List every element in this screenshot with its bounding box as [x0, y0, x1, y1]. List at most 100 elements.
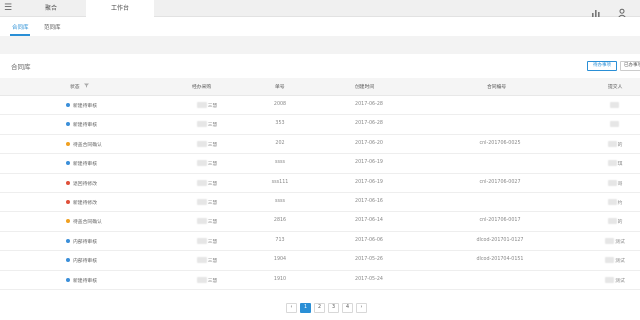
- header-submitter: 提交人: [608, 85, 623, 90]
- redacted-name: [196, 198, 207, 205]
- status-label: 新建待审核: [73, 278, 97, 284]
- applicant-name: 三慧: [207, 220, 218, 226]
- menu-icon[interactable]: ☰: [4, 3, 14, 13]
- status-cell: 内部待审核: [66, 238, 97, 245]
- table-row[interactable]: 新建待审核 三慧 ssss 2017-06-19 琪: [0, 154, 640, 174]
- contract-number-cell: dlcod-201704-0151: [476, 257, 524, 263]
- contract-number-cell: dlcod-201701-0127: [476, 237, 524, 243]
- created-date-cell: 2017-06-16: [355, 198, 383, 204]
- redacted-name: [196, 179, 207, 186]
- completed-items-button[interactable]: 已办事项: [620, 61, 640, 71]
- created-date-cell: 2017-05-26: [355, 257, 383, 263]
- submitter-name: 约: [617, 200, 623, 206]
- status-label: 新建待修改: [73, 200, 97, 206]
- created-date-cell: 2017-06-14: [355, 218, 383, 224]
- applicant-name: 三慧: [207, 104, 218, 109]
- contract-number-cell: cnl-201706-0017: [479, 218, 521, 224]
- status-cell: 新建待审核: [66, 121, 97, 128]
- created-date-cell: 2017-06-19: [355, 160, 383, 166]
- tab-workbench[interactable]: 工作台: [86, 0, 154, 17]
- table-row[interactable]: 新建待审核 三慧 2008 2017-06-28: [0, 96, 640, 116]
- page-4-button[interactable]: 4: [342, 303, 353, 313]
- applicant-cell: 三慧: [192, 218, 222, 225]
- table-row[interactable]: 新建待审核 三慧 1910 2017-05-24 测试: [0, 271, 640, 290]
- order-number-cell: 2008: [273, 102, 287, 107]
- table-row[interactable]: 新建待修改 三慧 ssss 2017-06-16 约: [0, 193, 640, 213]
- order-number-cell: 202: [275, 140, 285, 146]
- status-label: 待盖合同确认: [73, 142, 102, 148]
- created-date-cell: 2017-06-06: [355, 237, 383, 243]
- header-date: 创建时间: [355, 85, 375, 90]
- header-applicant: 经办采购: [192, 85, 212, 90]
- submitter-cell: 测试: [600, 237, 630, 245]
- status-dot-icon: [66, 238, 70, 243]
- order-number-cell: 1910: [273, 276, 287, 282]
- redacted-name: [607, 179, 617, 186]
- tab-template-library[interactable]: 范同库: [44, 23, 61, 31]
- page-1-button[interactable]: 1: [300, 303, 311, 313]
- redacted-name: [196, 276, 207, 283]
- table-row[interactable]: 内部待审核 三慧 713 2017-06-06 dlcod-201701-0127 测试: [0, 232, 640, 252]
- user-icon[interactable]: [617, 3, 627, 18]
- header-number: 单号: [275, 85, 285, 90]
- order-number-cell: 1904: [273, 257, 287, 263]
- applicant-cell: 三慧: [192, 140, 222, 148]
- table-row[interactable]: 内部待审核 三慧 1904 2017-05-26 dlcod-201704-0151 测试: [0, 251, 640, 271]
- redacted-name: [607, 140, 617, 147]
- contract-number-cell: cnl-201706-0025: [479, 140, 521, 146]
- submitter-cell: 琪: [600, 160, 630, 167]
- tab-aggregate[interactable]: 聚合: [18, 0, 84, 17]
- contract-number-cell: cnl-201706-0027: [479, 179, 521, 185]
- filter-icon[interactable]: [84, 83, 90, 90]
- bar-chart-icon[interactable]: [591, 3, 601, 17]
- status-label: 待盖合同确认: [73, 220, 102, 226]
- table-row[interactable]: 新建待审核 三慧 353 2017-06-28: [0, 115, 640, 135]
- tab-contract-library[interactable]: 合同库: [12, 23, 29, 31]
- order-number-cell: 353: [275, 121, 285, 127]
- table-row[interactable]: 待盖合同确认 三慧 202 2017-06-20 cnl-201706-0025 的: [0, 135, 640, 155]
- applicant-name: 三慧: [207, 259, 218, 265]
- applicant-cell: 三慧: [192, 198, 222, 206]
- applicant-name: 三慧: [207, 200, 218, 206]
- submitter-cell: 哥: [600, 179, 630, 187]
- table-row[interactable]: 退回待修改 三慧 sss111 2017-06-19 cnl-201706-0027 哥: [0, 174, 640, 193]
- applicant-cell: 三慧: [192, 102, 222, 109]
- applicant-name: 三慧: [207, 142, 218, 148]
- table-header: 状态 经办采购 单号 创建时间 合同编号 提交人: [0, 78, 640, 96]
- page-2-button[interactable]: 2: [314, 303, 325, 313]
- applicant-cell: 三慧: [192, 121, 222, 128]
- header-status[interactable]: 状态: [70, 83, 90, 90]
- status-dot-icon: [66, 161, 70, 166]
- prev-page-button[interactable]: ‹: [286, 303, 297, 313]
- redacted-name: [607, 160, 617, 167]
- submitter-name: 哥: [617, 181, 623, 187]
- status-cell: 待盖合同确认: [66, 141, 102, 148]
- status-label: 新建待审核: [73, 162, 97, 168]
- created-date-cell: 2017-06-19: [355, 179, 383, 185]
- status-cell: 待盖合同确认: [66, 218, 102, 225]
- redacted-name: [607, 218, 617, 225]
- toolbar-band: [0, 36, 640, 54]
- table-row[interactable]: 待盖合同确认 三慧 2816 2017-06-14 cnl-201706-0017 的: [0, 212, 640, 232]
- redacted-name: [196, 121, 207, 128]
- redacted-name: [610, 121, 619, 128]
- created-date-cell: 2017-06-28: [355, 121, 383, 127]
- submitter-cell: 的: [600, 140, 630, 148]
- applicant-name: 三慧: [207, 181, 218, 187]
- next-page-button[interactable]: ›: [356, 303, 367, 313]
- status-dot-icon: [66, 258, 70, 263]
- applicant-cell: 三慧: [192, 257, 222, 264]
- submitter-name: 测试: [615, 259, 625, 265]
- status-dot-icon: [66, 103, 70, 107]
- applicant-name: 三慧: [207, 278, 218, 284]
- order-number-cell: 713: [275, 237, 285, 243]
- redacted-name: [196, 102, 207, 108]
- submitter-name: 的: [617, 220, 623, 226]
- status-cell: 内部待审核: [66, 257, 97, 264]
- top-bar: ☰ 聚合 工作台: [0, 0, 640, 18]
- applicant-name: 三慧: [207, 162, 218, 168]
- applicant-cell: 三慧: [192, 179, 222, 187]
- pending-items-button[interactable]: 待办事项: [587, 61, 617, 71]
- status-cell: 新建待审核: [66, 102, 97, 109]
- page-3-button[interactable]: 3: [328, 303, 339, 313]
